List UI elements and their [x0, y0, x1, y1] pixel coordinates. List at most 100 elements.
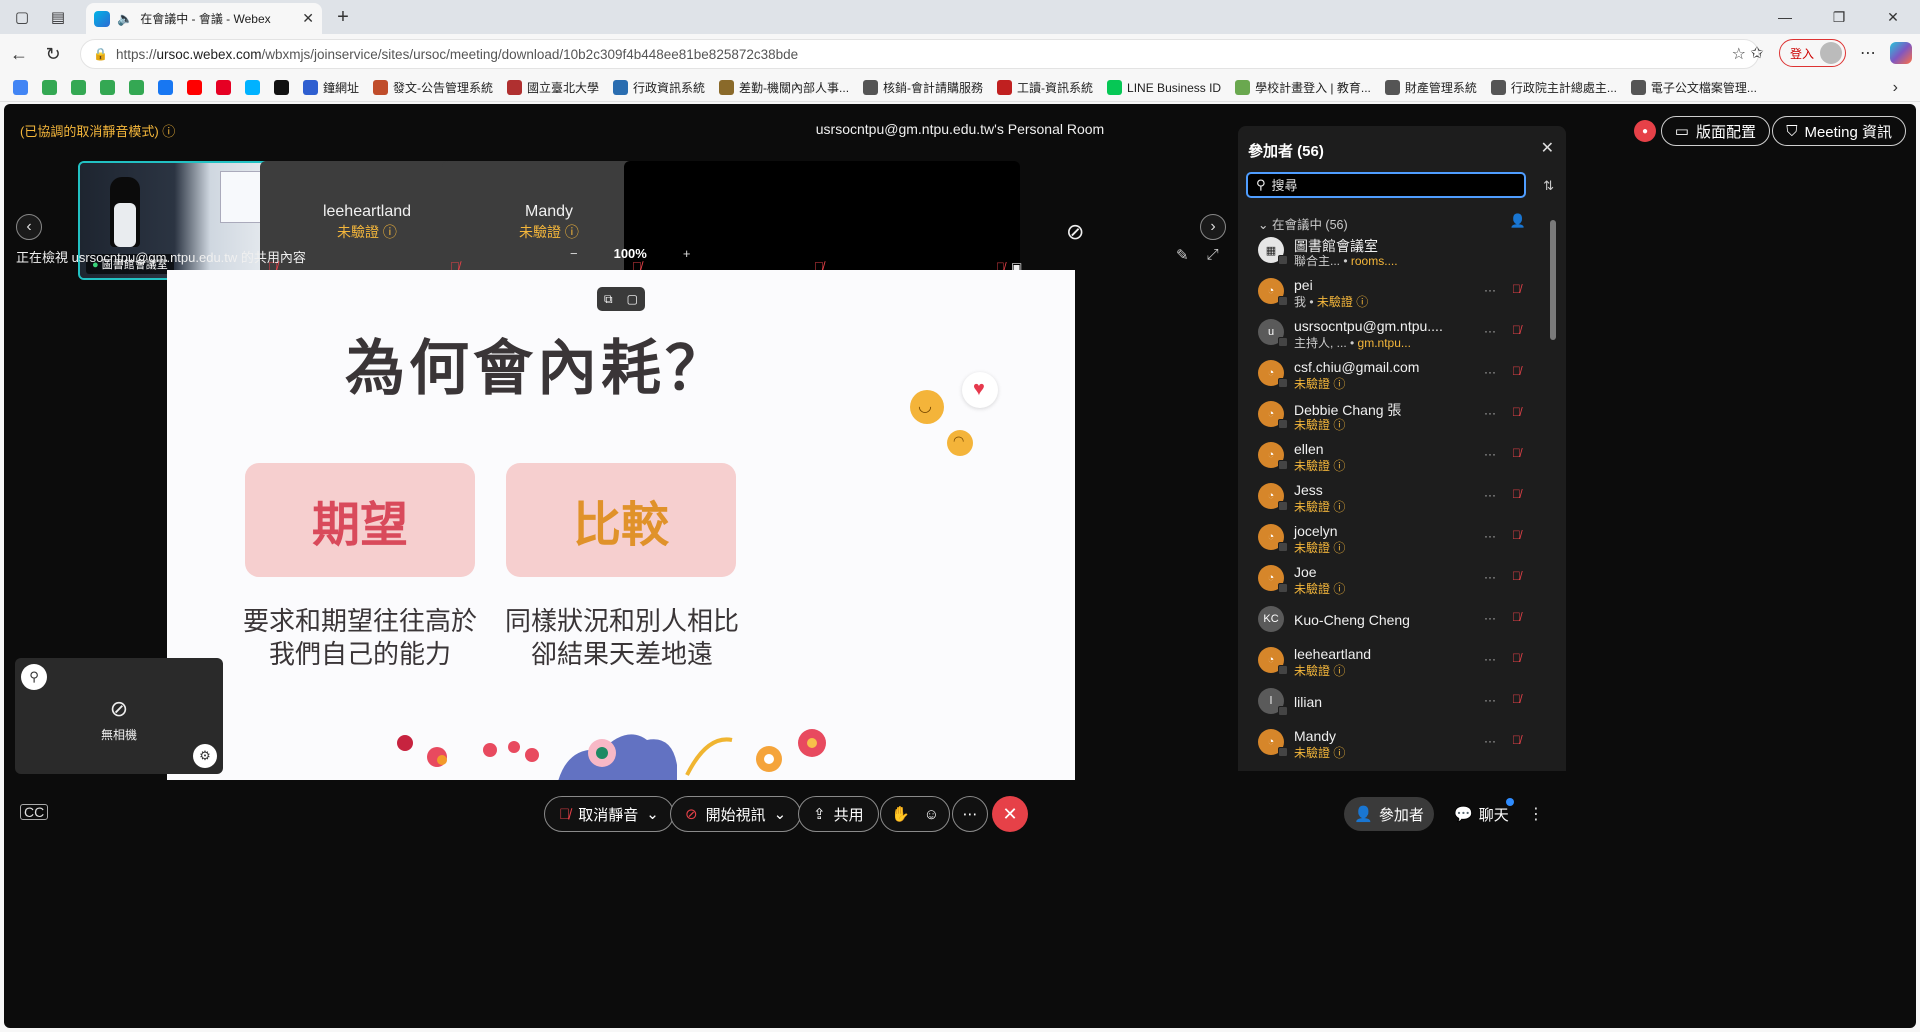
bookmark-item[interactable] — [153, 80, 178, 95]
expand-icon[interactable]: ⤢ — [1207, 246, 1219, 264]
more-options-icon[interactable]: ··· — [1484, 529, 1496, 543]
bookmark-item[interactable]: LINE Business ID — [1102, 80, 1226, 95]
captions-icon[interactable]: CC — [20, 804, 49, 820]
zoom-out-button[interactable]: − — [570, 246, 578, 261]
mic-muted-icon[interactable]: 🎙̸ — [1512, 405, 1521, 419]
participants-button[interactable]: 👤 參加者 — [1344, 797, 1434, 831]
more-options-icon[interactable]: ··· — [1484, 324, 1496, 338]
bookmark-item[interactable] — [182, 80, 207, 95]
bookmark-item[interactable]: 核銷-會計請購服務 — [858, 79, 988, 96]
more-options-icon[interactable]: ··· — [1484, 570, 1496, 584]
remote-control-icon[interactable]: ▢ — [627, 292, 638, 306]
bookmark-item[interactable] — [211, 80, 236, 95]
participant-row[interactable]: ◔ ellen 未驗證 ⓘ ··· 🎙̸ — [1238, 435, 1548, 476]
close-tab-icon[interactable]: ✕ — [302, 10, 314, 27]
info-icon[interactable]: ⓘ — [1330, 459, 1345, 473]
participant-row[interactable]: ◔ Mandy 未驗證 ⓘ ··· 🎙̸ — [1238, 722, 1548, 763]
chevron-down-icon[interactable]: ⌄ — [646, 805, 659, 823]
copilot-icon[interactable] — [1890, 42, 1912, 64]
more-options-icon[interactable]: ··· — [1484, 652, 1496, 666]
mic-muted-icon[interactable]: 🎙̸ — [1512, 610, 1521, 624]
participant-row[interactable]: l lilian ··· 🎙̸ — [1238, 681, 1548, 722]
more-options-button[interactable]: ⋯ — [952, 796, 988, 832]
profile-login-button[interactable]: 登入 — [1778, 39, 1846, 67]
mic-muted-icon[interactable]: 🎙̸ — [1512, 651, 1521, 665]
participant-row[interactable]: ◔ Joe 未驗證 ⓘ ··· 🎙̸ — [1238, 558, 1548, 599]
more-options-icon[interactable]: ··· — [1484, 283, 1496, 297]
minimize-button[interactable]: — — [1758, 0, 1812, 34]
bookmarks-more-icon[interactable]: › — [1893, 79, 1898, 97]
recording-icon[interactable]: ● — [1634, 120, 1656, 142]
bookmark-item[interactable]: 行政資訊系統 — [608, 79, 710, 96]
bookmark-item[interactable] — [37, 80, 62, 95]
bookmark-item[interactable] — [8, 80, 33, 95]
favorites-icon[interactable]: ✩ — [1743, 39, 1771, 67]
bookmark-item[interactable] — [240, 80, 265, 95]
camera-off-icon[interactable]: ⊘ — [1066, 219, 1084, 245]
bookmark-item[interactable]: 工讀-資訊系統 — [992, 79, 1098, 96]
zoom-in-button[interactable]: + — [683, 246, 691, 261]
bookmark-item[interactable] — [95, 80, 120, 95]
more-options-icon[interactable]: ··· — [1484, 611, 1496, 625]
mic-muted-icon[interactable]: 🎙̸ — [1512, 364, 1521, 378]
restore-button[interactable]: ❐ — [1812, 0, 1866, 34]
more-options-icon[interactable]: ··· — [1484, 693, 1496, 707]
mic-muted-icon[interactable]: 🎙̸ — [1512, 692, 1521, 706]
bookmark-item[interactable] — [66, 80, 91, 95]
leave-meeting-button[interactable]: ✕ — [992, 796, 1028, 832]
mic-muted-icon[interactable]: 🎙̸ — [1512, 487, 1521, 501]
participant-row[interactable]: ◔ jocelyn 未驗證 ⓘ ··· 🎙̸ — [1238, 517, 1548, 558]
chevron-down-icon[interactable]: ⌄ — [774, 805, 787, 823]
more-menu-icon[interactable]: ⋯ — [1854, 39, 1882, 67]
more-options-icon[interactable]: ··· — [1484, 365, 1496, 379]
more-options-icon[interactable]: ··· — [1484, 734, 1496, 748]
mic-muted-icon[interactable]: 🎙̸ — [1512, 323, 1521, 337]
participant-search[interactable]: ⚲ — [1246, 172, 1526, 198]
participant-row[interactable]: u usrsocntpu@gm.ntpu.... 主持人, ... • gm.ntp… — [1238, 312, 1548, 353]
bookmark-item[interactable]: 學校計畫登入 | 教育... — [1230, 79, 1376, 96]
share-button[interactable]: ⇪ 共用 — [798, 796, 879, 832]
more-options-icon[interactable]: ··· — [1484, 406, 1496, 420]
annotate-icon[interactable]: ✎ — [1176, 246, 1189, 264]
info-icon[interactable]: ⓘ — [1330, 500, 1345, 514]
refresh-icon[interactable]: ↻ — [38, 39, 68, 69]
filmstrip-next-icon[interactable]: › — [1200, 214, 1226, 240]
bookmark-item[interactable]: 發文-公告管理系統 — [368, 79, 498, 96]
bookmark-item[interactable] — [269, 80, 294, 95]
bookmark-item[interactable]: 行政院主計總處主... — [1486, 79, 1622, 96]
participant-row[interactable]: ◔ Debbie Chang 張未驗證 ⓘ ··· 🎙̸ — [1238, 394, 1548, 435]
info-icon[interactable]: ⓘ — [1353, 295, 1368, 309]
workspaces-icon[interactable]: ▢ — [8, 3, 36, 31]
info-icon[interactable]: ⓘ — [1330, 541, 1345, 555]
site-info-icon[interactable]: 🔒 — [93, 47, 108, 61]
back-icon[interactable]: ← — [4, 39, 34, 69]
scrollbar[interactable] — [1550, 210, 1556, 770]
more-options-icon[interactable]: ··· — [1484, 488, 1496, 502]
raise-hand-icon[interactable]: ✋ — [891, 805, 910, 823]
url-field[interactable]: 🔒 https://ursoc.webex.com/wbxmjs/joinser… — [80, 39, 1759, 69]
sort-icon[interactable]: ⇅ — [1543, 178, 1554, 194]
more-options-icon[interactable]: ··· — [1484, 447, 1496, 461]
more-panels-icon[interactable]: ⋮ — [1528, 804, 1544, 824]
search-input[interactable] — [1271, 177, 1502, 193]
close-window-button[interactable]: ✕ — [1866, 0, 1920, 34]
layout-button[interactable]: ▭ 版面配置 — [1660, 116, 1770, 146]
mic-muted-icon[interactable]: 🎙̸ — [1512, 446, 1521, 460]
gear-icon[interactable]: ⚙ — [193, 744, 217, 768]
scrollbar-thumb[interactable] — [1550, 220, 1556, 340]
pin-icon[interactable]: ⚲ — [21, 664, 47, 690]
bookmark-item[interactable] — [124, 80, 149, 95]
mic-muted-icon[interactable]: 🎙̸ — [1512, 569, 1521, 583]
vertical-tabs-icon[interactable]: ▤ — [44, 3, 72, 31]
info-icon[interactable]: ⓘ — [1330, 664, 1345, 678]
mic-muted-icon[interactable]: 🎙̸ — [1512, 282, 1521, 296]
start-video-button[interactable]: ⊘ 開始視訊 ⌄ — [670, 796, 802, 832]
participant-row[interactable]: ◔ Jess 未驗證 ⓘ ··· 🎙̸ — [1238, 476, 1548, 517]
filmstrip-prev-icon[interactable]: ‹ — [16, 214, 42, 240]
bookmark-item[interactable]: 國立臺北大學 — [502, 79, 604, 96]
user-group-icon[interactable]: 👤 — [1510, 213, 1526, 229]
participant-row[interactable]: ◔ pei 我 • 未驗證 ⓘ ··· 🎙̸ — [1238, 271, 1548, 312]
participant-row[interactable]: ◔ leeheartland 未驗證 ⓘ ··· 🎙̸ — [1238, 640, 1548, 681]
speaker-icon[interactable]: 🔈 — [117, 11, 133, 27]
reactions-icon[interactable]: ☺ — [924, 806, 939, 823]
